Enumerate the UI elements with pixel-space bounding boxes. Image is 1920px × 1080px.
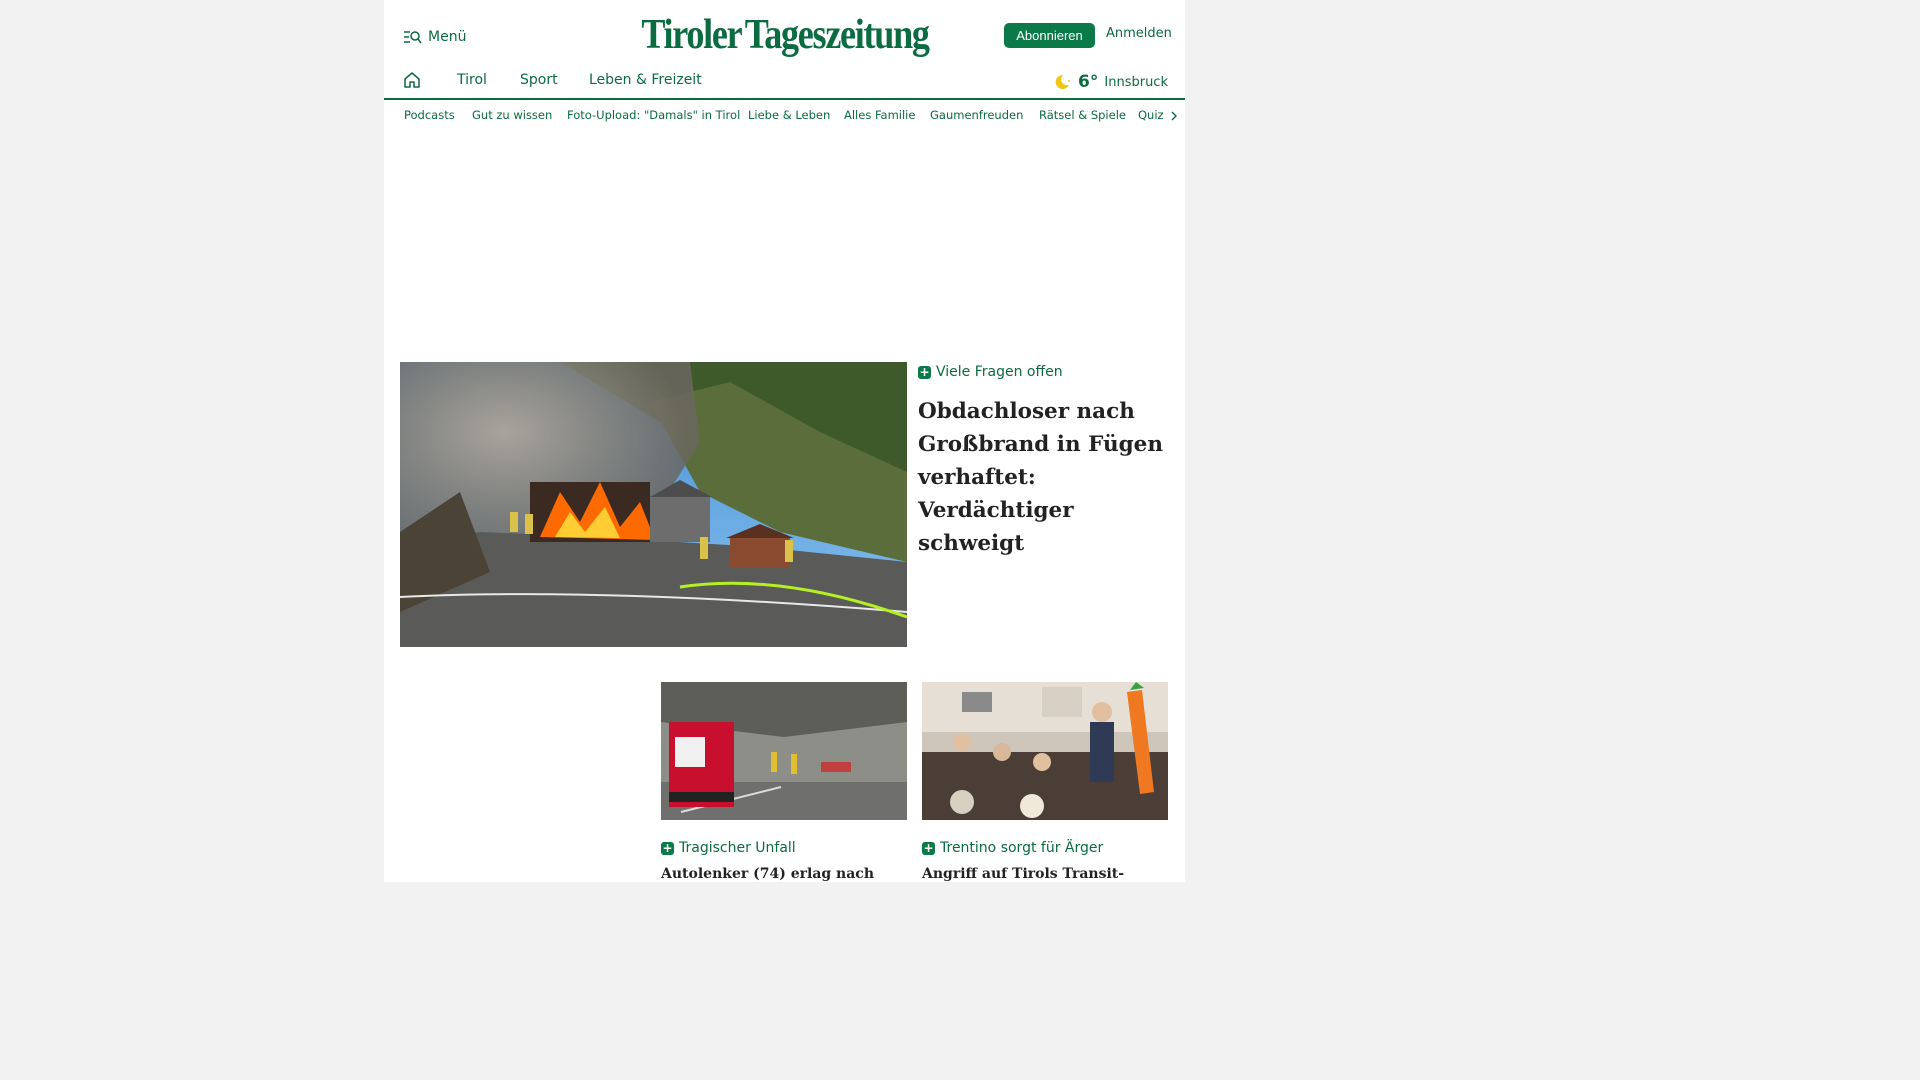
sub-nav-foto-upload[interactable]: Foto-Upload: "Damals" in Tirol	[567, 108, 740, 122]
subscribe-button[interactable]: Abonnieren	[1004, 23, 1095, 48]
lead-article-title[interactable]: Obdachloser nach Großbrand in Fügen verh…	[918, 395, 1176, 560]
chevron-right-icon[interactable]	[1169, 109, 1179, 123]
site-logo[interactable]: Tiroler Tageszeitung	[641, 10, 930, 60]
card-1-image[interactable]	[661, 682, 907, 820]
sub-nav-raetsel-spiele[interactable]: Rätsel & Spiele	[1039, 108, 1126, 122]
sub-nav: Podcasts Gut zu wissen Foto-Upload: "Dam…	[384, 108, 1185, 126]
main-nav: Tirol Sport Leben & Freizeit 6° Innsbruc…	[384, 62, 1185, 100]
sub-nav-gaumenfreuden[interactable]: Gaumenfreuden	[930, 108, 1023, 122]
card-2-title[interactable]: Angriff auf Tirols Transit-	[922, 864, 1168, 884]
plus-icon: +	[922, 841, 935, 855]
weather-temperature: 6°	[1078, 72, 1099, 92]
card-2-kicker-text: Trentino sorgt für Ärger	[940, 840, 1104, 856]
lead-article-image[interactable]	[400, 362, 907, 647]
tunnel-accident-image	[661, 682, 907, 820]
card-1-title[interactable]: Autolenker (74) erlag nach	[661, 864, 907, 884]
sub-nav-quiz[interactable]: Quiz	[1138, 108, 1164, 122]
plus-icon: +	[661, 841, 674, 855]
home-icon[interactable]	[403, 71, 421, 89]
sub-nav-gut-zu-wissen[interactable]: Gut zu wissen	[472, 108, 552, 122]
menu-button[interactable]: Menü	[403, 26, 466, 48]
logo-text-right: Tageszeitung	[744, 12, 930, 58]
ad-placeholder	[384, 136, 1185, 344]
sub-nav-liebe-leben[interactable]: Liebe & Leben	[748, 108, 830, 122]
card-2-kicker[interactable]: + Trentino sorgt für Ärger	[922, 840, 1103, 856]
card-1-kicker[interactable]: + Tragischer Unfall	[661, 840, 796, 856]
sub-nav-alles-familie[interactable]: Alles Familie	[844, 108, 915, 122]
fire-scene-image	[400, 362, 907, 647]
login-link[interactable]: Anmelden	[1106, 26, 1172, 41]
page: Menü Tiroler Tageszeitung Abonnieren Anm…	[384, 0, 1185, 882]
logo-text-left: Tiroler	[641, 12, 742, 58]
sub-nav-podcasts[interactable]: Podcasts	[404, 108, 455, 122]
lead-article-kicker[interactable]: + Viele Fragen offen	[918, 364, 1063, 380]
meeting-room-image	[922, 682, 1168, 820]
nav-item-tirol[interactable]: Tirol	[457, 72, 487, 88]
card-2-image[interactable]	[922, 682, 1168, 820]
lead-kicker-text: Viele Fragen offen	[936, 364, 1063, 380]
card-1-kicker-text: Tragischer Unfall	[679, 840, 796, 856]
weather-widget[interactable]: 6° Innsbruck	[1052, 72, 1168, 92]
nav-item-sport[interactable]: Sport	[520, 72, 558, 88]
menu-search-icon	[404, 30, 422, 43]
moon-sun-icon	[1055, 74, 1071, 89]
weather-city: Innsbruck	[1104, 74, 1168, 90]
menu-label: Menü	[428, 29, 467, 45]
nav-item-leben-freizeit[interactable]: Leben & Freizeit	[589, 72, 702, 88]
plus-icon: +	[918, 365, 931, 379]
